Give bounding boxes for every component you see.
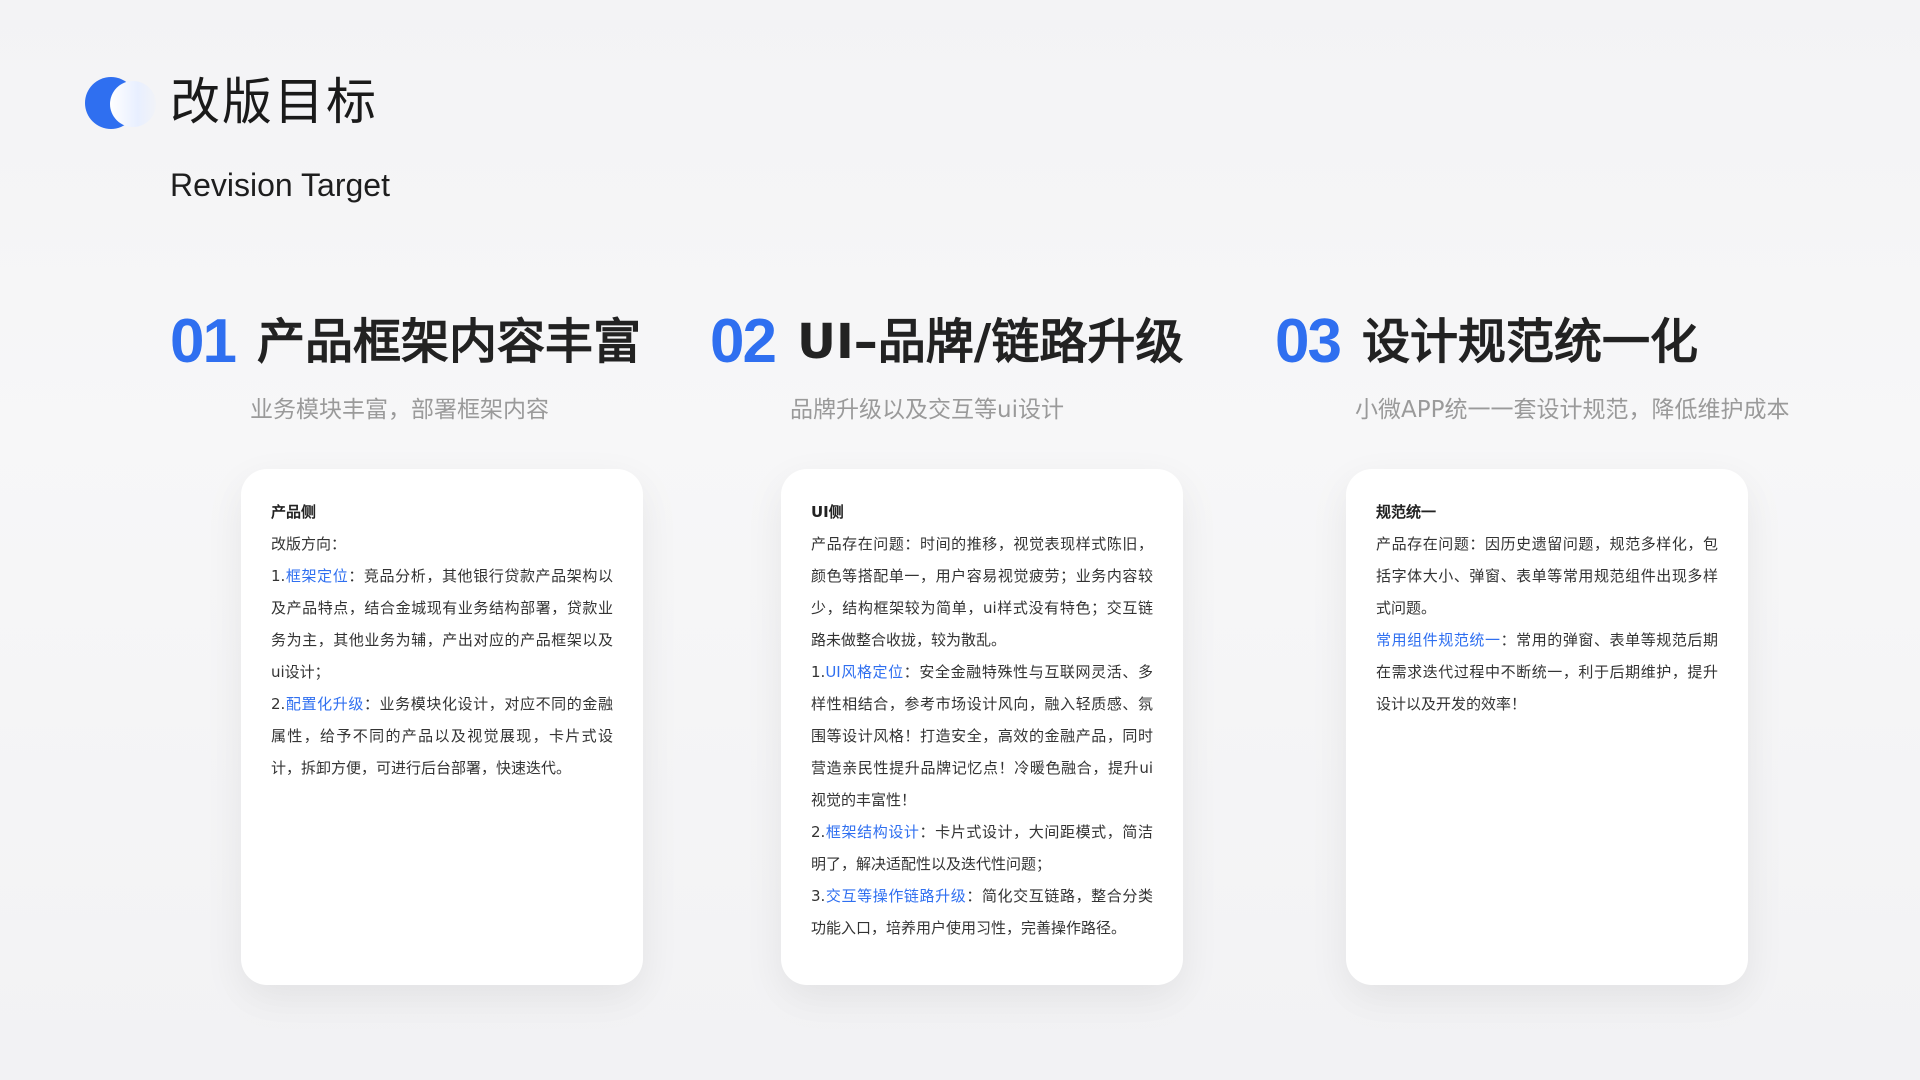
card-heading: UI侧: [811, 503, 844, 521]
card-intro: 产品存在问题：因历史遗留问题，规范多样化，包括字体大小、弹窗、表单等常用规范组件…: [1376, 535, 1718, 617]
card-item: 常用组件规范统一：常用的弹窗、表单等规范后期在需求迭代过程中不断统一，利于后期维…: [1376, 631, 1718, 713]
card-item: 1.UI风格定位：安全金融特殊性与互联网灵活、多样性相结合，参考市场设计风向，融…: [811, 663, 1153, 809]
card-intro: 改版方向：: [271, 535, 347, 553]
highlight-term: 框架结构设计: [825, 823, 920, 841]
section-number: 02: [710, 307, 777, 376]
section-description: 品牌升级以及交互等ui设计: [790, 397, 1064, 423]
section-title: 产品框架内容丰富: [256, 314, 641, 370]
section-description: 小微APP统一一套设计规范，降低维护成本: [1355, 397, 1790, 423]
card-product: 产品侧 改版方向： 1.框架定位：竞品分析，其他银行贷款产品架构以及产品特点，结…: [241, 469, 643, 985]
section-number: 01: [170, 307, 237, 376]
highlight-term: 框架定位: [285, 567, 349, 585]
card-item: 2.配置化升级：业务模块化设计，对应不同的金融属性，给予不同的产品以及视觉展现，…: [271, 695, 613, 777]
highlight-term: 配置化升级: [285, 695, 364, 713]
section-description: 业务模块丰富，部署框架内容: [250, 397, 549, 423]
section-title: 设计规范统一化: [1361, 314, 1698, 370]
highlight-term: 常用组件规范统一: [1376, 631, 1501, 649]
highlight-term: 交互等操作链路升级: [825, 887, 967, 905]
card-item: 3.交互等操作链路升级：简化交互链路，整合分类功能入口，培养用户使用习性，完善操…: [811, 887, 1153, 937]
section-01: 01 产品框架内容丰富 业务模块丰富，部署框架内容: [170, 302, 641, 428]
section-number: 03: [1275, 307, 1342, 376]
card-item: 1.框架定位：竞品分析，其他银行贷款产品架构以及产品特点，结合金城现有业务结构部…: [271, 567, 613, 681]
section-03: 03 设计规范统一化 小微APP统一一套设计规范，降低维护成本: [1275, 302, 1789, 428]
section-02: 02 UI–品牌/链路升级 品牌升级以及交互等ui设计: [710, 302, 1183, 428]
page-subtitle: Revision Target: [170, 167, 390, 203]
section-title: UI–品牌/链路升级: [796, 314, 1184, 370]
page-title: 改版目标: [170, 73, 378, 131]
brand-logo-icon: [85, 77, 156, 129]
highlight-term: UI风格定位: [825, 663, 904, 681]
card-heading: 产品侧: [271, 503, 317, 521]
card-heading: 规范统一: [1376, 503, 1437, 521]
card-item: 2.框架结构设计：卡片式设计，大间距模式，简洁明了，解决适配性以及迭代性问题；: [811, 823, 1153, 873]
card-ui: UI侧 产品存在问题：时间的推移，视觉表现样式陈旧，颜色等搭配单一，用户容易视觉…: [781, 469, 1183, 985]
card-standards: 规范统一 产品存在问题：因历史遗留问题，规范多样化，包括字体大小、弹窗、表单等常…: [1346, 469, 1748, 985]
card-intro: 产品存在问题：时间的推移，视觉表现样式陈旧，颜色等搭配单一，用户容易视觉疲劳；业…: [811, 535, 1153, 649]
